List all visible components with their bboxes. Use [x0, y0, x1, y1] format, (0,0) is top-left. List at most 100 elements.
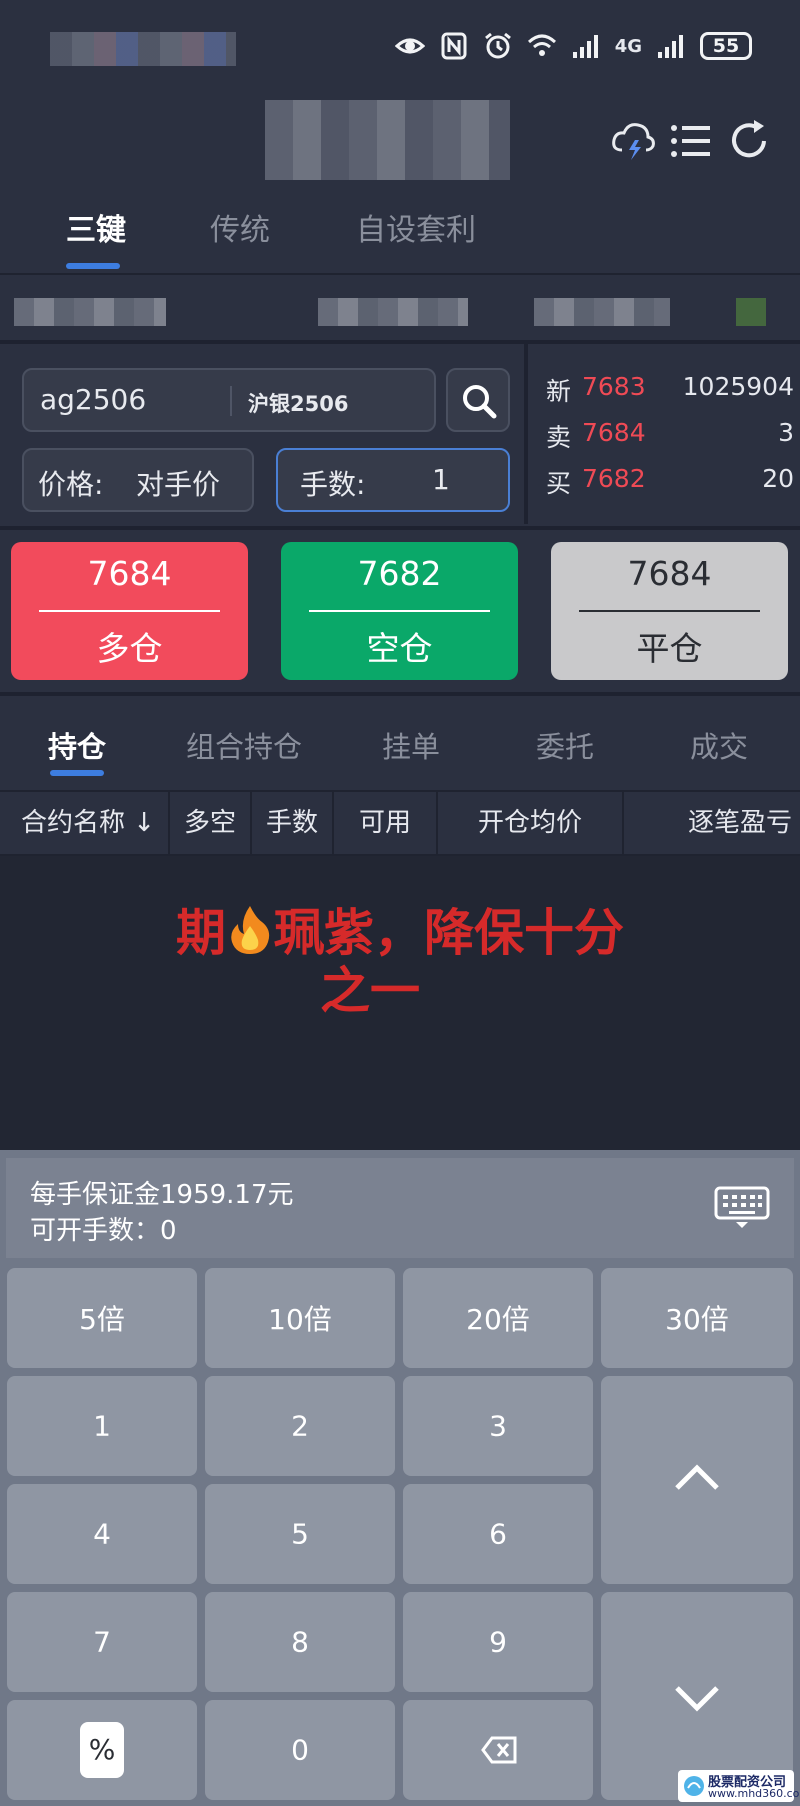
quote-last-price: 7683 — [582, 372, 646, 401]
site-watermark: 股票配资公司 www.mhd360.com — [678, 1770, 800, 1802]
overlay-line-1: 期珮紫，降保十分 — [0, 904, 800, 962]
key-label: 30倍 — [665, 1303, 729, 1336]
keyboard-hide-icon[interactable] — [714, 1186, 770, 1230]
key-label: 7 — [93, 1625, 111, 1659]
button-divider — [309, 610, 490, 612]
key-10x[interactable]: 10倍 — [205, 1268, 395, 1368]
battery-indicator: 55 — [700, 32, 752, 60]
tab-three-key[interactable]: 三键 — [66, 205, 126, 249]
quote-ask-price: 7684 — [582, 418, 646, 447]
wifi-icon — [527, 34, 556, 56]
quote-bid-price: 7682 — [582, 464, 646, 493]
cloud-lightning-icon[interactable] — [610, 118, 656, 164]
close-price: 7684 — [627, 554, 712, 593]
key-1[interactable]: 1 — [7, 1376, 197, 1476]
tab-combo-positions[interactable]: 组合持仓 — [186, 724, 302, 766]
blurred-ticker-2 — [318, 298, 468, 326]
button-divider — [39, 610, 220, 612]
chevron-down-icon — [675, 1686, 719, 1712]
contract-code: ag2506 — [40, 383, 147, 416]
chevron-up-icon — [675, 1464, 719, 1490]
refresh-icon[interactable] — [726, 118, 772, 164]
quote-bid-label: 买 — [546, 469, 572, 498]
key-decrement[interactable] — [601, 1592, 793, 1800]
col-lots[interactable]: 手数 — [252, 792, 334, 854]
eye-icon — [394, 38, 425, 54]
blurred-ticker-4 — [736, 298, 766, 326]
close-position-button[interactable]: 7684 平仓 — [551, 542, 788, 680]
overlay-text-b: 珮紫，降保十分 — [274, 904, 624, 962]
search-icon — [463, 385, 497, 419]
key-label: 1 — [93, 1409, 111, 1443]
col-pnl[interactable]: 逐笔盈亏 — [624, 792, 800, 854]
overlay-annotation: 期珮紫，降保十分 之一 — [0, 904, 800, 1020]
key-20x[interactable]: 20倍 — [403, 1268, 593, 1368]
percent-key-badge: % — [80, 1722, 124, 1778]
sell-short-button[interactable]: 7682 空仓 — [281, 542, 518, 680]
key-4[interactable]: 4 — [7, 1484, 197, 1584]
buy-long-button[interactable]: 7684 多仓 — [11, 542, 248, 680]
long-label: 多仓 — [96, 629, 163, 668]
key-7[interactable]: 7 — [7, 1592, 197, 1692]
col-direction[interactable]: 多空 — [170, 792, 252, 854]
quote-ask: 卖 7684 3 — [546, 418, 794, 458]
key-8[interactable]: 8 — [205, 1592, 395, 1692]
key-label: 8 — [291, 1625, 309, 1659]
key-0[interactable]: 0 — [205, 1700, 395, 1800]
key-9[interactable]: 9 — [403, 1592, 593, 1692]
blurred-title — [265, 100, 510, 180]
col-available[interactable]: 可用 — [334, 792, 438, 854]
divider — [0, 692, 800, 696]
key-increment[interactable] — [601, 1376, 793, 1584]
price-value: 对手价 — [136, 468, 221, 501]
tab-custom-arbitrage[interactable]: 自设套利 — [356, 205, 476, 249]
ticker-row — [0, 278, 800, 340]
key-backspace[interactable] — [403, 1700, 593, 1800]
col-avg-open-price[interactable]: 开仓均价 — [438, 792, 624, 854]
key-6[interactable]: 6 — [403, 1484, 593, 1584]
active-position-tab-indicator — [50, 770, 104, 776]
quantity-value: 1 — [432, 463, 450, 496]
key-5x[interactable]: 5倍 — [7, 1268, 197, 1368]
long-price: 7684 — [87, 554, 172, 593]
alarm-icon — [484, 32, 511, 59]
key-3[interactable]: 3 — [403, 1376, 593, 1476]
tab-positions[interactable]: 持仓 — [48, 724, 106, 766]
key-30x[interactable]: 30倍 — [601, 1268, 793, 1368]
quantity-input[interactable]: 手数: 1 — [276, 448, 510, 512]
quote-bid-volume: 20 — [762, 464, 794, 493]
overlay-text-a: 期 — [176, 904, 226, 962]
watermark-logo-icon — [684, 1776, 704, 1796]
key-percent[interactable]: % — [7, 1700, 197, 1800]
contract-name: 沪银2506 — [248, 392, 349, 416]
tab-pending-orders[interactable]: 挂单 — [382, 724, 440, 766]
mode-tabs: 三键 传统 自设套利 — [0, 195, 800, 275]
button-divider — [579, 610, 760, 612]
margin-per-lot: 每手保证金1959.17元 — [30, 1180, 294, 1210]
tab-orders[interactable]: 委托 — [536, 724, 594, 766]
tab-trades[interactable]: 成交 — [690, 724, 748, 766]
contract-input[interactable]: ag2506 沪银2506 — [22, 368, 436, 432]
key-label: 6 — [489, 1517, 507, 1551]
tab-traditional[interactable]: 传统 — [210, 205, 270, 249]
status-icons: 4G 55 — [394, 32, 752, 60]
watermark-url: www.mhd360.com — [708, 1787, 800, 1800]
price-type-selector[interactable]: 价格: 对手价 — [22, 448, 254, 512]
backspace-icon — [481, 1736, 517, 1764]
quote-ask-volume: 3 — [778, 418, 794, 447]
quote-last: 新 7683 1025904 — [546, 372, 794, 412]
position-tabs: 持仓 组合持仓 挂单 委托 成交 — [0, 702, 800, 788]
quote-bid: 买 7682 20 — [546, 464, 794, 504]
search-button[interactable] — [446, 368, 510, 432]
field-separator — [230, 386, 232, 416]
blurred-carrier-info — [50, 32, 236, 66]
key-label: 0 — [291, 1733, 309, 1767]
key-5[interactable]: 5 — [205, 1484, 395, 1584]
col-contract-name[interactable]: 合约名称 ↓ — [8, 792, 170, 854]
key-2[interactable]: 2 — [205, 1376, 395, 1476]
key-label: 5倍 — [79, 1303, 125, 1336]
key-label: 4 — [93, 1517, 111, 1551]
network-type: 4G — [614, 35, 642, 57]
list-icon[interactable] — [668, 118, 714, 164]
key-label: 10倍 — [268, 1303, 332, 1336]
